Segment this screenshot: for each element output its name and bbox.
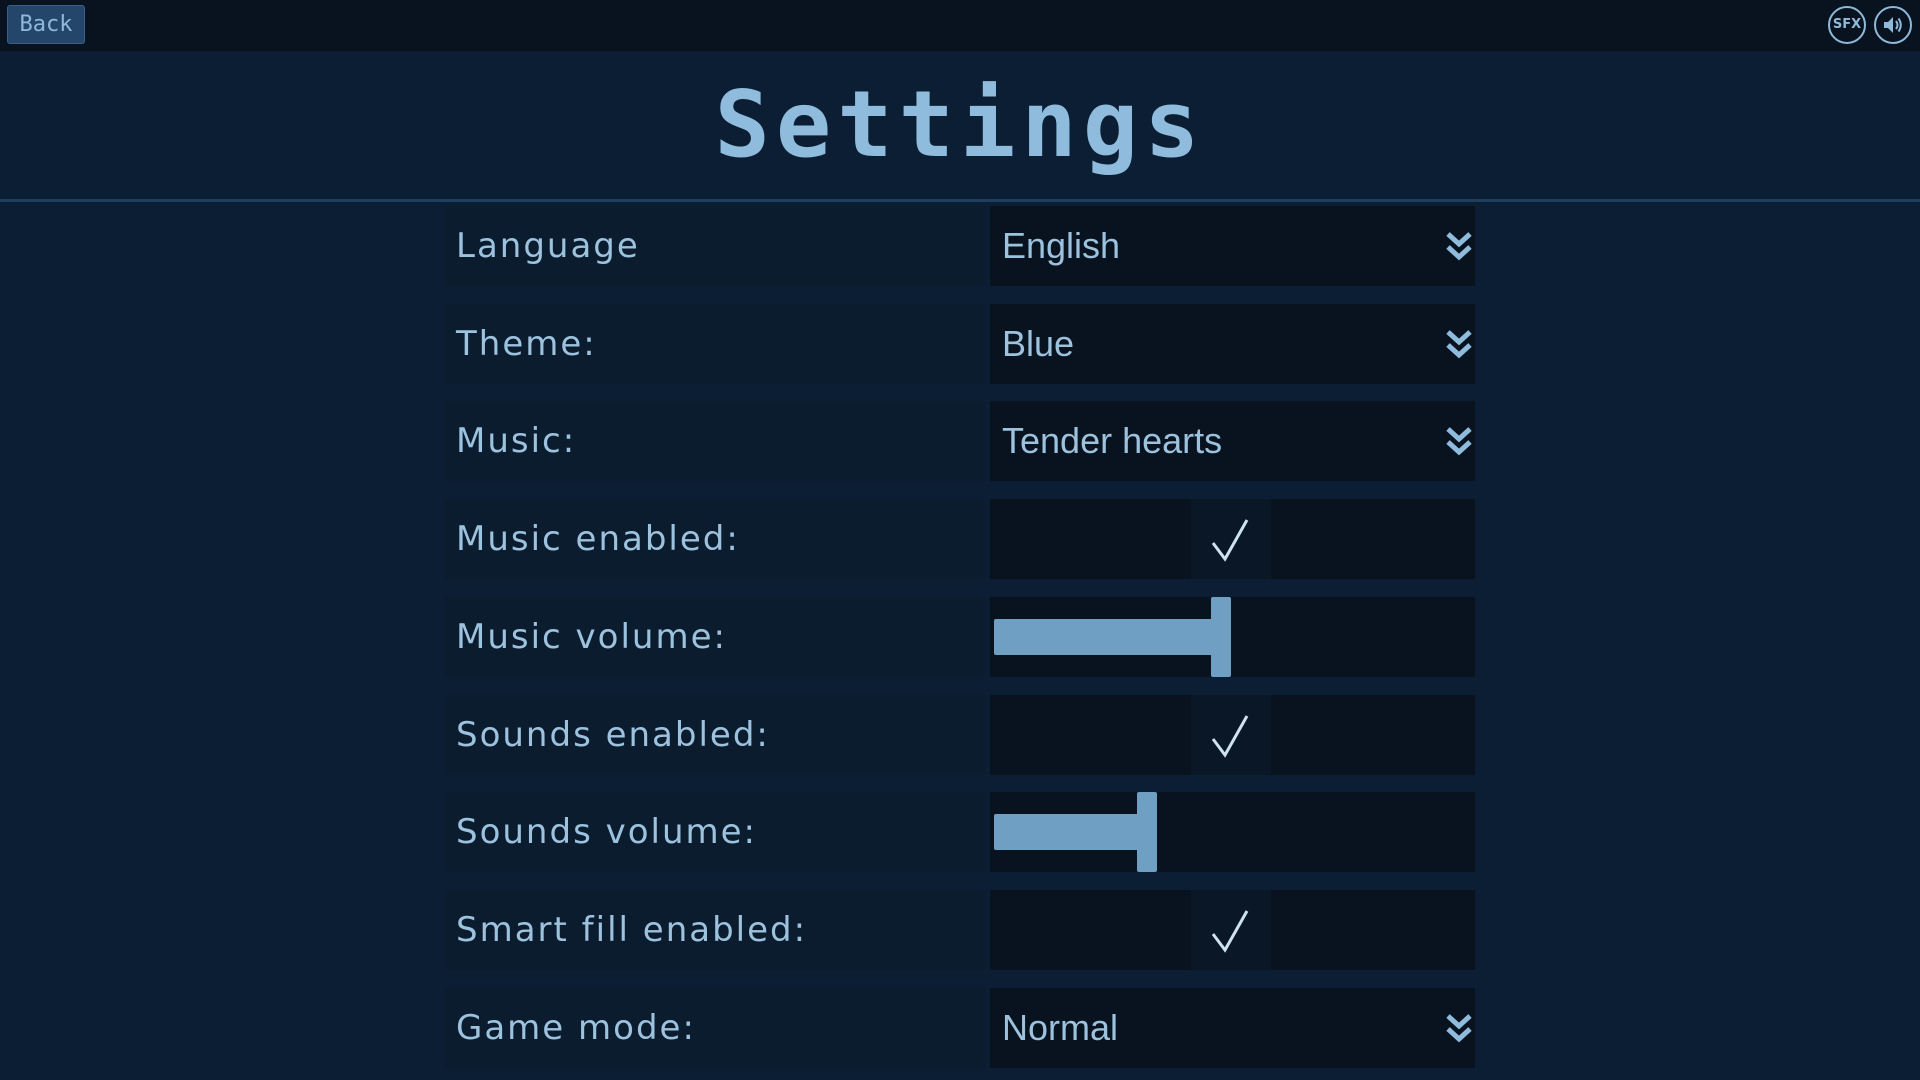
setting-label: Music volume: [445,597,985,677]
setting-row: Music volume: [445,597,1475,677]
setting-row: Music: Tender hearts [445,401,1475,481]
setting-row: Theme: Blue [445,304,1475,384]
checkmark-icon [1211,519,1249,562]
setting-row: Game mode: Normal [445,988,1475,1068]
double-chevron-down-icon [1446,1014,1472,1043]
slider-handle[interactable] [1137,792,1157,872]
setting-label: Game mode: [445,988,985,1068]
setting-checkbox-cell [990,890,1475,970]
setting-slider [990,597,1475,677]
setting-dropdown[interactable]: Blue [990,304,1475,384]
double-chevron-down-icon [1446,330,1472,359]
back-button[interactable]: Back [7,5,85,44]
setting-label: Language [445,206,985,286]
checkmark-icon [1211,910,1249,953]
speaker-glyph [1884,17,1902,33]
slider-handle[interactable] [1211,597,1231,677]
dropdown-value: Normal [1002,1007,1119,1048]
setting-row: Language English [445,206,1475,286]
setting-dropdown[interactable]: Normal [990,988,1475,1068]
dropdown-value: English [1002,225,1121,266]
setting-label: Music: [445,401,985,481]
top-bar: Back SFX [0,0,1920,51]
page-title: Settings [714,71,1206,178]
setting-label: Music enabled: [445,499,985,579]
setting-row: Smart fill enabled: [445,890,1475,970]
setting-checkbox-cell [990,499,1475,579]
setting-label: Smart fill enabled: [445,890,985,970]
double-chevron-down-icon [1446,232,1472,261]
sfx-toggle-icon[interactable]: SFX [1828,6,1866,44]
setting-checkbox-cell [990,695,1475,775]
slider-track[interactable] [990,792,1475,872]
setting-row: Sounds enabled: [445,695,1475,775]
header-divider [0,199,1920,202]
setting-label: Sounds enabled: [445,695,985,775]
dropdown-value: Tender hearts [1002,420,1223,461]
slider-fill [994,814,1141,850]
setting-row: Music enabled: [445,499,1475,579]
slider-track[interactable] [990,597,1475,677]
slider-fill [994,619,1215,655]
setting-slider [990,792,1475,872]
checkmark-icon [1211,715,1249,758]
double-chevron-down-icon [1446,427,1472,456]
setting-label: Theme: [445,304,985,384]
dropdown-value: Blue [1002,323,1075,364]
setting-row: Sounds volume: [445,792,1475,872]
setting-label: Sounds volume: [445,792,985,872]
checkbox[interactable] [1191,499,1271,579]
speaker-icon[interactable] [1874,6,1912,44]
setting-dropdown[interactable]: Tender hearts [990,401,1475,481]
checkbox[interactable] [1191,695,1271,775]
setting-dropdown[interactable]: English [990,206,1475,286]
checkbox[interactable] [1191,890,1271,970]
